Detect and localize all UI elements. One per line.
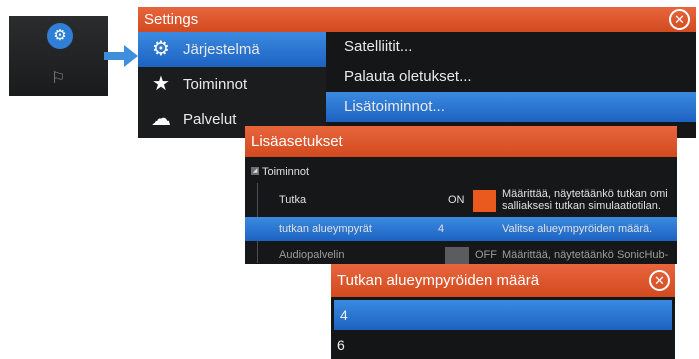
setting-description: Määrittää, näytetäänkö tutkan omi sallia… (502, 188, 677, 212)
category-label: Järjestelmä (183, 41, 260, 58)
star-icon: ★ (152, 73, 170, 95)
collapse-triangle-icon[interactable]: ◢ (251, 167, 259, 175)
dialog-option[interactable]: 4 (334, 300, 672, 330)
advanced-settings-window: Lisäasetukset ◢ Toiminnot Tutka ON Määri… (245, 126, 677, 264)
close-icon[interactable]: ✕ (649, 270, 670, 291)
toggle-state-on: ON (448, 194, 465, 206)
tree-group-toiminnot[interactable]: ◢ Toiminnot (245, 163, 677, 183)
dialog-option[interactable]: 6 (331, 330, 675, 359)
setting-description: Määrittää, näytetäänkö SonicHub- (502, 249, 669, 261)
setting-name: Tutka (279, 194, 307, 206)
category-jarjestelma[interactable]: ⚙ Järjestelmä (138, 32, 326, 67)
setting-description: Valitse alueympyröiden määrä. (502, 223, 653, 235)
option-value: 4 (340, 307, 348, 323)
flag-icon: ⚐ (51, 70, 66, 87)
category-label: Toiminnot (183, 76, 248, 93)
arrow-right-icon (104, 45, 138, 67)
setting-value: 4 (438, 223, 445, 235)
option-satelliitit[interactable]: Satelliitit... (326, 32, 696, 62)
option-label: Lisätoiminnot... (344, 98, 445, 115)
option-label: Palauta oletukset... (344, 68, 472, 85)
toggle-state-off: OFF (475, 249, 497, 261)
description-line-1: Määrittää, näytetäänkö tutkan omi (502, 188, 668, 200)
group-label: Toiminnot (262, 166, 310, 178)
settings-categories: ⚙ Järjestelmä ★ Toiminnot ☁ Palvelut (138, 32, 326, 138)
cloud-icon: ☁ (151, 108, 171, 130)
option-palauta-oletukset[interactable]: Palauta oletukset... (326, 62, 696, 92)
advanced-title-bar: Lisäasetukset (245, 126, 677, 157)
gear-icon: ⚙ (152, 38, 170, 60)
settings-title: Settings (144, 11, 199, 28)
setting-name: tutkan alueympyrät (279, 223, 372, 235)
settings-title-bar: Settings ✕ (138, 7, 696, 32)
home-panel-thumbnail: ⚙ ⚐ (9, 16, 108, 96)
settings-window: Settings ✕ ⚙ Järjestelmä ★ Toiminnot ☁ P… (138, 7, 696, 138)
category-toiminnot[interactable]: ★ Toiminnot (138, 67, 326, 102)
option-lisatoiminnot[interactable]: Lisätoiminnot... (326, 92, 696, 122)
setting-row-tutka[interactable]: Tutka ON Määrittää, näytetäänkö tutkan o… (245, 185, 677, 215)
settings-options: Satelliitit... Palauta oletukset... Lisä… (326, 32, 696, 138)
option-label: Satelliitit... (344, 38, 413, 55)
dialog-title-bar: Tutkan alueympyröiden määrä ✕ (331, 264, 675, 297)
dialog-title: Tutkan alueympyröiden määrä (337, 272, 540, 289)
description-line-2: salliaksesi tutkan simulaatiotilan. (502, 200, 661, 212)
advanced-title: Lisäasetukset (251, 133, 343, 150)
range-rings-dialog: Tutkan alueympyröiden määrä ✕ 4 6 (331, 264, 675, 359)
setting-row-audiopalvelin[interactable]: Audiopalvelin OFF Määrittää, näytetäänkö… (245, 243, 677, 264)
category-label: Palvelut (183, 111, 237, 128)
option-value: 6 (337, 337, 345, 353)
settings-gear-icon[interactable]: ⚙ (47, 23, 73, 49)
close-icon[interactable]: ✕ (669, 9, 690, 30)
setting-name: Audiopalvelin (279, 249, 345, 261)
toggle-switch[interactable] (473, 190, 496, 212)
toggle-switch[interactable] (445, 247, 469, 264)
setting-row-range-rings[interactable]: tutkan alueympyrät 4 Valitse alueympyröi… (245, 217, 677, 241)
